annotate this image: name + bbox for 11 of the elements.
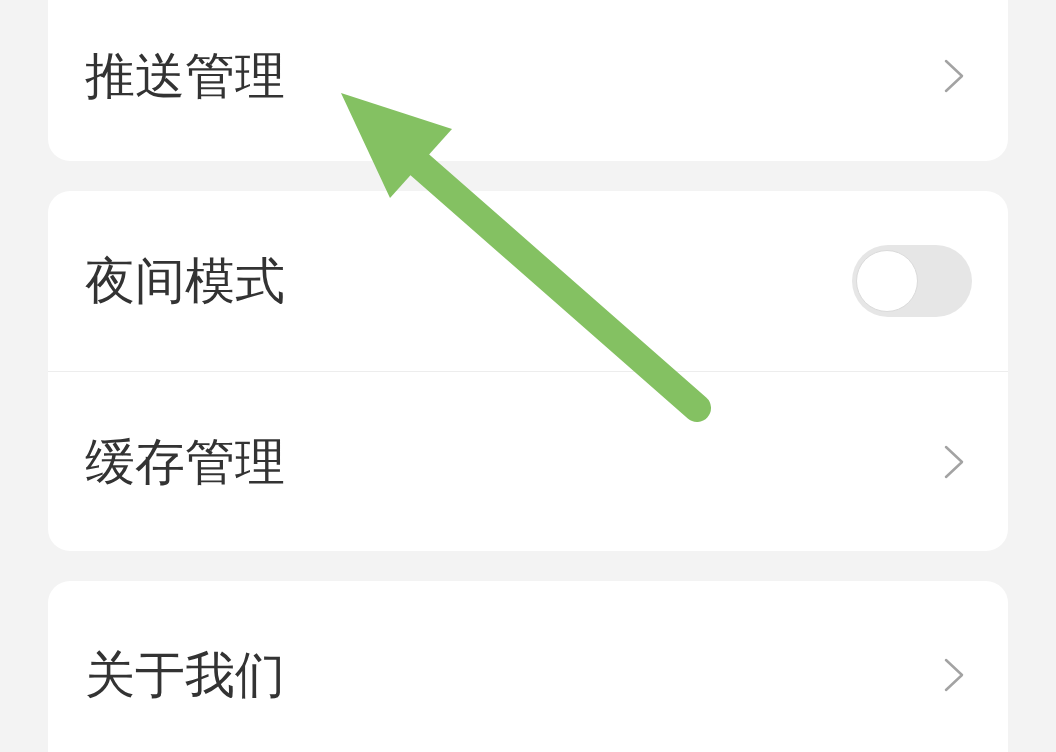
settings-row[interactable]: 关于我们	[48, 581, 1008, 752]
chevron-right-icon	[944, 657, 964, 692]
settings-row[interactable]: 缓存管理	[48, 371, 1008, 551]
row-label: 关于我们	[85, 649, 285, 700]
settings-row[interactable]: 推送管理	[48, 0, 1008, 161]
row-label: 缓存管理	[85, 436, 285, 487]
chevron-right-icon	[944, 58, 964, 93]
settings-row[interactable]: 夜间模式	[48, 191, 1008, 371]
row-label: 推送管理	[85, 50, 285, 101]
row-label: 夜间模式	[85, 256, 285, 306]
chevron-right-icon	[944, 444, 964, 479]
